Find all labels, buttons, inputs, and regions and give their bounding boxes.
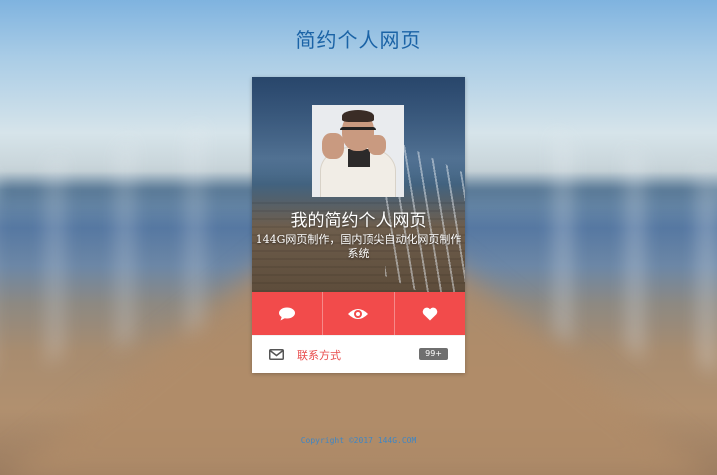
eye-icon xyxy=(348,308,369,319)
profile-description: 144G网页制作，国内顶尖自动化网页制作系统 xyxy=(255,233,462,260)
heart-icon xyxy=(422,307,438,320)
page: 简约个人网页 我的简约个人网页 144G网页制作，国内顶尖自动化网页制作系统 联… xyxy=(0,0,717,475)
avatar xyxy=(312,105,404,197)
footer-copyright: Copyright ©2017 144G.COM xyxy=(300,436,417,445)
comment-button[interactable] xyxy=(252,292,324,335)
comment-icon xyxy=(279,307,296,320)
contact-label[interactable]: 联系方式 xyxy=(297,347,341,363)
contact-badge: 99+ xyxy=(419,348,448,360)
profile-hero: 我的简约个人网页 144G网页制作，国内顶尖自动化网页制作系统 xyxy=(252,77,465,292)
view-button[interactable] xyxy=(323,292,395,335)
profile-card: 我的简约个人网页 144G网页制作，国内顶尖自动化网页制作系统 联系方式 99+ xyxy=(252,77,465,373)
mail-icon xyxy=(269,349,284,360)
profile-name: 我的简约个人网页 xyxy=(290,211,427,231)
like-button[interactable] xyxy=(395,292,465,335)
site-title: 简约个人网页 xyxy=(295,28,422,52)
action-bar xyxy=(252,292,465,335)
contact-row[interactable]: 联系方式 99+ xyxy=(252,335,465,373)
